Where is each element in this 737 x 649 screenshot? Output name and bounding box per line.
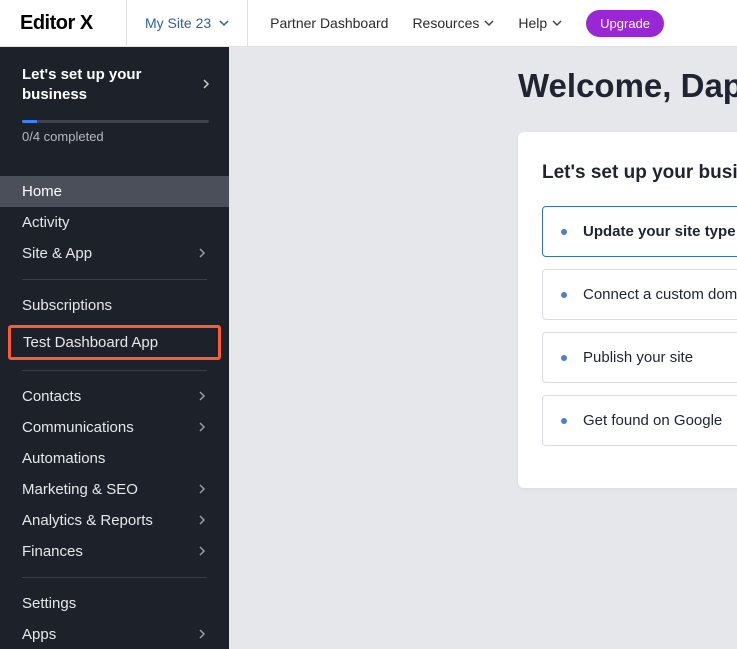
- setup-counter: 0/4 completed: [22, 129, 209, 144]
- bullet-icon: [561, 418, 567, 424]
- sidebar-item-label: Analytics & Reports: [22, 512, 153, 529]
- sidebar-item-home[interactable]: Home: [0, 176, 229, 207]
- nav-partner-dashboard[interactable]: Partner Dashboard: [270, 15, 388, 31]
- sidebar-item-label: Communications: [22, 419, 134, 436]
- task-publish-site[interactable]: Publish your site: [542, 332, 737, 383]
- sidebar-item-label: Settings: [22, 595, 76, 612]
- chevron-right-icon: [197, 248, 207, 258]
- panel-title: Let's set up your business: [542, 162, 737, 184]
- chevron-down-icon: [219, 18, 229, 28]
- chevron-right-icon: [197, 515, 207, 525]
- bullet-icon: [561, 229, 567, 235]
- sidebar-item-label: Contacts: [22, 388, 81, 405]
- upgrade-button[interactable]: Upgrade: [586, 10, 664, 37]
- chevron-down-icon: [484, 18, 494, 28]
- chevron-right-icon: [197, 629, 207, 639]
- content-area: Welcome, Daphne Let's set up your busine…: [229, 47, 737, 649]
- chevron-right-icon: [201, 79, 211, 89]
- sidebar-item-activity[interactable]: Activity: [0, 207, 229, 238]
- nav-label: Resources: [412, 15, 479, 31]
- sidebar-item-automations[interactable]: Automations: [0, 443, 229, 474]
- task-get-found-google[interactable]: Get found on Google: [542, 395, 737, 446]
- sidebar-item-analytics[interactable]: Analytics & Reports: [0, 505, 229, 536]
- task-update-site-type[interactable]: Update your site type: [542, 206, 737, 257]
- sidebar-item-label: Automations: [22, 450, 105, 467]
- top-bar: Editor X My Site 23 Partner Dashboard Re…: [0, 0, 737, 47]
- sidebar-item-site-app[interactable]: Site & App: [0, 238, 229, 269]
- sidebar-item-label: Home: [22, 183, 62, 200]
- divider: [22, 279, 207, 280]
- site-selector[interactable]: My Site 23: [127, 0, 248, 47]
- sidebar-item-label: Site & App: [22, 245, 92, 262]
- sidebar-item-apps[interactable]: Apps: [0, 619, 229, 649]
- sidebar-item-settings[interactable]: Settings: [0, 588, 229, 619]
- setup-card[interactable]: Let's set up your business 0/4 completed: [0, 47, 229, 158]
- nav-help[interactable]: Help: [518, 15, 562, 31]
- sidebar-item-subscriptions[interactable]: Subscriptions: [0, 290, 229, 321]
- chevron-right-icon: [197, 484, 207, 494]
- welcome-heading: Welcome, Daphne: [518, 67, 737, 105]
- sidebar: Let's set up your business 0/4 completed…: [0, 47, 229, 649]
- task-label: Connect a custom domain: [583, 286, 737, 303]
- progress-bar: [22, 120, 209, 123]
- sidebar-item-finances[interactable]: Finances: [0, 536, 229, 567]
- setup-title: Let's set up your business: [22, 65, 172, 106]
- task-connect-domain[interactable]: Connect a custom domain: [542, 269, 737, 320]
- logo: Editor X: [0, 0, 127, 47]
- nav-label: Help: [518, 15, 547, 31]
- task-label: Get found on Google: [583, 412, 722, 429]
- sidebar-item-label: Activity: [22, 214, 70, 231]
- task-label: Update your site type: [583, 223, 736, 240]
- chevron-right-icon: [197, 391, 207, 401]
- chevron-right-icon: [197, 546, 207, 556]
- sidebar-item-label: Apps: [22, 626, 56, 643]
- divider: [22, 577, 207, 578]
- sidebar-item-label: Subscriptions: [22, 297, 112, 314]
- sidebar-item-contacts[interactable]: Contacts: [0, 381, 229, 412]
- task-label: Publish your site: [583, 349, 693, 366]
- site-selector-label: My Site 23: [145, 15, 211, 31]
- bullet-icon: [561, 355, 567, 361]
- nav-label: Partner Dashboard: [270, 15, 388, 31]
- nav-resources[interactable]: Resources: [412, 15, 494, 31]
- chevron-right-icon: [197, 422, 207, 432]
- sidebar-item-test-dashboard[interactable]: Test Dashboard App: [8, 325, 221, 360]
- sidebar-item-marketing[interactable]: Marketing & SEO: [0, 474, 229, 505]
- sidebar-item-label: Test Dashboard App: [23, 334, 158, 351]
- divider: [22, 370, 207, 371]
- sidebar-item-label: Marketing & SEO: [22, 481, 138, 498]
- setup-panel: Let's set up your business Update your s…: [518, 132, 737, 488]
- sidebar-item-communications[interactable]: Communications: [0, 412, 229, 443]
- top-nav: Partner Dashboard Resources Help Upgrade: [270, 10, 737, 37]
- progress-fill: [22, 120, 37, 123]
- sidebar-item-label: Finances: [22, 543, 83, 560]
- bullet-icon: [561, 292, 567, 298]
- chevron-down-icon: [552, 18, 562, 28]
